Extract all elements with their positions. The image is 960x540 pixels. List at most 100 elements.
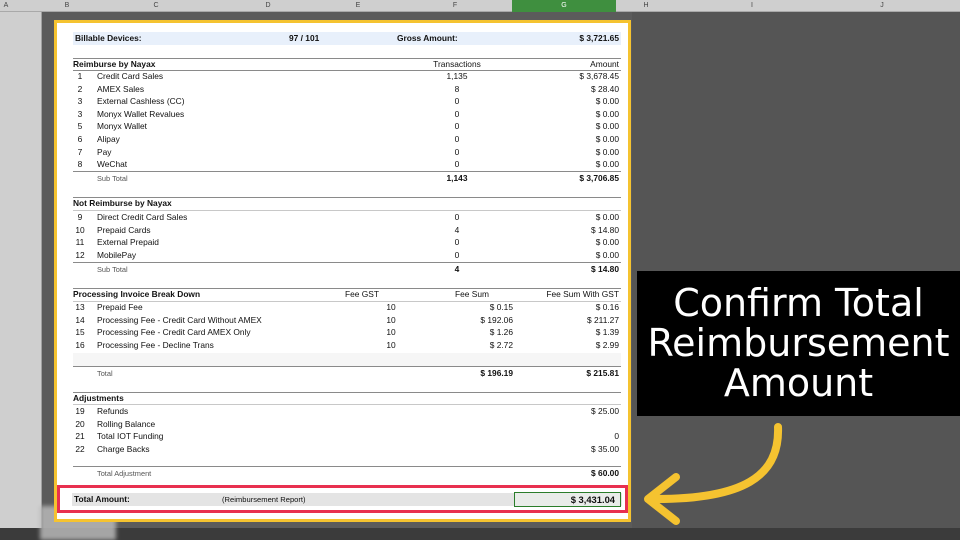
row-number: 8	[77, 159, 83, 170]
row-fee-gst[interactable]: 10	[371, 302, 411, 313]
col-header-fee-sum-gst: Fee Sum With GST	[546, 289, 619, 299]
row-number: 10	[75, 224, 85, 235]
row-fee-gst[interactable]: 10	[371, 327, 411, 338]
row-fee-gst[interactable]: 10	[371, 315, 411, 326]
row-transactions[interactable]: 4	[407, 225, 507, 236]
row-label: Refunds	[97, 406, 129, 416]
row-fee-sum-gst[interactable]: $ 211.27	[537, 315, 619, 326]
row-amount[interactable]: $ 0.00	[537, 159, 619, 170]
row-number: 2	[77, 83, 83, 94]
subtotal-transactions[interactable]: 1,143	[407, 173, 507, 184]
total-adjustment-value[interactable]: $ 60.00	[537, 468, 619, 479]
row-amount[interactable]: $ 0.00	[537, 237, 619, 248]
row-amount[interactable]: $ 0.00	[537, 134, 619, 145]
subtotal-amount[interactable]: $ 3,706.85	[537, 173, 619, 184]
total-amount-highlight: Total Amount: (Reimbursement Report) $ 3…	[57, 485, 628, 513]
gross-amount-value[interactable]: $ 3,721.65	[537, 33, 619, 44]
row-number: 7	[77, 146, 83, 157]
row-label: External Prepaid	[97, 237, 159, 248]
row-fee-sum[interactable]: $ 192.06	[437, 315, 513, 326]
section-title: Not Reimburse by Nayax	[73, 198, 172, 208]
row-label: Processing Fee - Credit Card Without AME…	[97, 314, 262, 325]
row-label: AMEX Sales	[97, 83, 145, 94]
total-adjustment-label: Total Adjustment	[97, 469, 152, 478]
row-transactions[interactable]: 8	[407, 84, 507, 95]
gross-amount-label: Gross Amount:	[397, 33, 458, 43]
row-label: Processing Fee - Credit Card AMEX Only	[97, 327, 251, 338]
row-number: 11	[75, 237, 85, 248]
divider	[73, 466, 621, 467]
row-number: 16	[75, 339, 85, 350]
row-fee-sum[interactable]: $ 0.15	[437, 302, 513, 313]
row-transactions[interactable]: 0	[407, 134, 507, 145]
row-fee-sum-gst[interactable]: $ 2.99	[537, 340, 619, 351]
row-label: Credit Card Sales	[97, 71, 164, 81]
subtotal-label: Sub Total	[97, 265, 128, 274]
row-number: 6	[77, 134, 83, 144]
column-header[interactable]: F	[449, 2, 461, 9]
row-transactions[interactable]: 0	[407, 109, 507, 120]
row-fee-sum[interactable]: $ 1.26	[437, 327, 513, 338]
column-header[interactable]: I	[746, 2, 758, 9]
column-header[interactable]: B	[62, 2, 72, 9]
row-transactions[interactable]: 0	[407, 159, 507, 170]
row-label: MobilePay	[97, 249, 137, 260]
callout-box: Confirm Total Reimbursement Amount	[637, 271, 960, 416]
row-fee-gst[interactable]: 10	[371, 340, 411, 351]
row-label: Rolling Balance	[97, 418, 156, 429]
row-amount[interactable]: $ 0.00	[537, 212, 619, 223]
row-transactions[interactable]: 0	[407, 121, 507, 132]
column-header-selected[interactable]: G	[512, 0, 616, 12]
column-header[interactable]: J	[876, 2, 888, 9]
row-amount[interactable]: $ 0.00	[537, 147, 619, 158]
row-number: 22	[75, 443, 85, 454]
row-number: 20	[75, 418, 85, 429]
total-fee-sum[interactable]: $ 196.19	[437, 368, 513, 379]
column-header[interactable]: A	[2, 2, 10, 9]
column-header[interactable]: C	[150, 2, 162, 9]
row-fee-sum-gst[interactable]: $ 0.16	[537, 302, 619, 313]
row-number: 1	[77, 71, 83, 81]
subtotal-transactions[interactable]: 4	[407, 264, 507, 275]
col-header-amount: Amount	[590, 59, 619, 69]
column-header[interactable]: D	[262, 2, 274, 9]
divider	[73, 210, 621, 211]
callout-line: Amount	[723, 361, 874, 405]
row-transactions[interactable]: 0	[407, 237, 507, 248]
row-transactions[interactable]: 0	[407, 147, 507, 158]
column-header[interactable]: H	[640, 2, 652, 9]
row-number: 12	[75, 249, 85, 260]
row-label: Charge Backs	[97, 443, 150, 454]
divider	[73, 262, 621, 263]
row-amount[interactable]: $ 0.00	[537, 250, 619, 261]
divider	[73, 171, 621, 172]
billable-devices-value[interactable]: 97 / 101	[289, 33, 319, 44]
column-headers: A B C D E F G H I J	[0, 0, 960, 12]
row-transactions[interactable]: 0	[407, 212, 507, 223]
total-amount-note: (Reimbursement Report)	[222, 495, 306, 504]
row-amount[interactable]: 0	[537, 431, 619, 442]
row-amount[interactable]: $ 0.00	[537, 109, 619, 120]
row-transactions[interactable]: 1,135	[407, 71, 507, 82]
row-amount[interactable]: $ 0.00	[537, 121, 619, 132]
row-number: 13	[75, 302, 85, 312]
row-amount[interactable]: $ 35.00	[537, 444, 619, 455]
row-transactions[interactable]: 0	[407, 96, 507, 107]
column-header[interactable]: E	[352, 2, 364, 9]
row-fee-sum-gst[interactable]: $ 1.39	[537, 327, 619, 338]
total-fee-sum-gst[interactable]: $ 215.81	[537, 368, 619, 379]
row-amount[interactable]: $ 25.00	[537, 406, 619, 417]
row-number: 19	[75, 406, 85, 416]
subtotal-amount[interactable]: $ 14.80	[537, 264, 619, 275]
row-amount[interactable]: $ 14.80	[537, 225, 619, 236]
row-amount[interactable]: $ 0.00	[537, 96, 619, 107]
row-amount[interactable]: $ 3,678.45	[537, 71, 619, 82]
row-amount[interactable]: $ 28.40	[537, 84, 619, 95]
total-amount-cell[interactable]: $ 3,431.04	[514, 492, 621, 507]
billable-devices-label: Billable Devices:	[75, 33, 142, 43]
row-fee-sum[interactable]: $ 2.72	[437, 340, 513, 351]
divider	[73, 366, 621, 367]
row-transactions[interactable]: 0	[407, 250, 507, 261]
total-amount-value[interactable]: $ 3,431.04	[515, 494, 615, 505]
divider	[73, 392, 621, 393]
